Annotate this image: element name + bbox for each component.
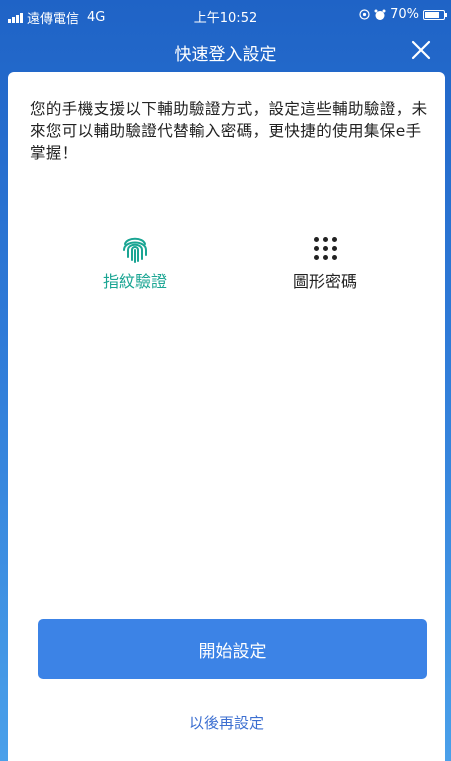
pattern-grid-icon xyxy=(313,236,337,260)
status-bar: 遠傳電信 4G 上午10:52 70% xyxy=(0,0,451,30)
close-button[interactable] xyxy=(409,38,433,62)
fingerprint-option[interactable]: 指紋驗證 xyxy=(75,232,195,292)
page-title: 快速登入設定 xyxy=(174,45,277,65)
fingerprint-icon xyxy=(123,237,147,263)
close-icon xyxy=(411,40,431,60)
battery-icon xyxy=(423,9,447,20)
auth-methods: 指紋驗證 圖形密碼 xyxy=(8,232,445,302)
location-icon xyxy=(359,9,370,20)
start-setup-button[interactable]: 開始設定 xyxy=(38,619,427,679)
intro-text: 您的手機支援以下輔助驗證方式，設定這些輔助驗證，未來您可以輔助驗證代替輸入密碼，… xyxy=(30,100,428,162)
setup-later-link[interactable]: 以後再設定 xyxy=(8,712,445,733)
pattern-option[interactable]: 圖形密碼 xyxy=(265,232,385,292)
fingerprint-label: 指紋驗證 xyxy=(102,272,167,291)
battery-percent: 70% xyxy=(390,7,419,22)
alarm-icon xyxy=(374,9,386,20)
content-card: 您的手機支援以下輔助驗證方式，設定這些輔助驗證，未來您可以輔助驗證代替輸入密碼，… xyxy=(8,72,445,761)
title-bar: 快速登入設定 xyxy=(0,30,451,72)
status-right: 70% xyxy=(359,7,447,22)
pattern-label: 圖形密碼 xyxy=(292,272,357,291)
app-screen: 遠傳電信 4G 上午10:52 70% 快速登入設定 您的手機支援以下輔助驗證方… xyxy=(0,0,451,761)
